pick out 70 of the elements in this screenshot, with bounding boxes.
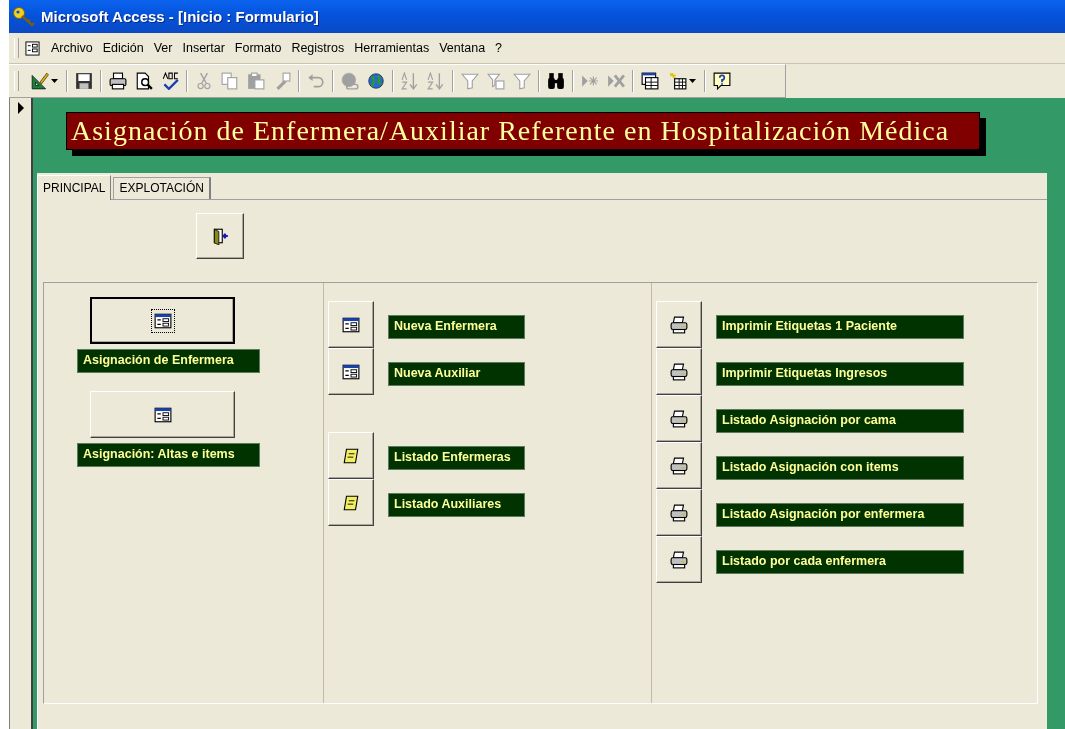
button-label: Nueva Auxiliar	[388, 362, 525, 386]
menu-item[interactable]: Formato	[229, 39, 287, 57]
form-icon	[342, 362, 360, 381]
button-label: Imprimir Etiquetas Ingresos	[716, 362, 964, 386]
globe-icon	[367, 72, 385, 90]
menu-item[interactable]: Edición	[97, 39, 149, 57]
form-icon	[342, 315, 360, 334]
form-icon[interactable]	[25, 40, 40, 56]
help-icon	[713, 72, 731, 90]
copy-icon	[221, 72, 239, 90]
globe-link-icon	[341, 72, 359, 90]
delete-record-icon	[607, 72, 625, 90]
button-label: Imprimir Etiquetas 1 Paciente	[716, 315, 964, 339]
printer-icon	[109, 72, 127, 90]
print-button[interactable]	[656, 301, 702, 348]
window-title: Microsoft Access - [Inicio : Formulario]	[41, 8, 319, 25]
button-label: Listado Asignación por enfermera	[716, 503, 964, 527]
button-label: Listado Enfermeras	[388, 446, 525, 470]
new-table-icon	[668, 72, 687, 90]
menu-item[interactable]: ?	[490, 39, 508, 57]
print-button[interactable]	[656, 442, 702, 489]
menu-item[interactable]: Archivo	[46, 39, 98, 57]
record-pointer-icon	[16, 102, 25, 114]
button-label: Asignación de Enfermera	[77, 349, 260, 373]
window-icon	[641, 72, 659, 90]
print-button[interactable]	[656, 536, 702, 583]
menu-item[interactable]: Ver	[148, 39, 178, 57]
exit-button[interactable]	[196, 213, 244, 259]
key-icon	[12, 5, 36, 28]
button-label: Asignación: Altas e items	[77, 443, 260, 467]
form-button[interactable]	[90, 297, 235, 344]
filter-icon	[513, 72, 531, 90]
set-square-pencil-icon	[30, 72, 49, 90]
menu-item[interactable]: Herramientas	[349, 39, 435, 57]
menu-item[interactable]: Insertar	[177, 39, 230, 57]
report-button[interactable]	[328, 432, 374, 479]
sort-ascending-icon	[401, 72, 419, 90]
undo-icon	[307, 72, 325, 90]
form-icon	[153, 405, 172, 424]
button-label: Listado Asignación con items	[716, 456, 964, 480]
print-button[interactable]	[656, 395, 702, 442]
form-icon	[153, 311, 172, 330]
scroll-icon	[342, 446, 360, 465]
filter-form-icon	[487, 72, 505, 90]
door-icon	[211, 227, 229, 245]
print-button[interactable]	[656, 489, 702, 536]
sort-descending-icon	[427, 72, 445, 90]
button-label: Listado Auxiliares	[388, 493, 525, 517]
spellcheck-icon	[161, 72, 179, 90]
print-button[interactable]	[656, 348, 702, 395]
button-label: Listado Asignación por cama	[716, 409, 964, 433]
tab[interactable]: EXPLOTACIÓN	[113, 177, 211, 199]
printer-icon	[670, 362, 688, 381]
printer-icon	[670, 456, 688, 475]
filter-icon	[461, 72, 479, 90]
scroll-icon	[342, 493, 360, 512]
report-button[interactable]	[328, 479, 374, 526]
binoculars-icon	[547, 72, 565, 90]
menu-item[interactable]: Registros	[286, 39, 350, 57]
printer-icon	[670, 503, 688, 522]
button-label: Listado por cada enfermera	[716, 550, 964, 574]
printer-icon	[670, 550, 688, 569]
printer-icon	[670, 315, 688, 334]
scissors-icon	[195, 72, 213, 90]
printer-icon	[670, 409, 688, 428]
clipboard-icon	[247, 72, 265, 90]
button-label: Nueva Enfermera	[388, 315, 525, 339]
menu-item[interactable]: Ventana	[434, 39, 491, 57]
tab[interactable]: PRINCIPAL	[37, 175, 112, 200]
page-magnifier-icon	[135, 72, 153, 90]
